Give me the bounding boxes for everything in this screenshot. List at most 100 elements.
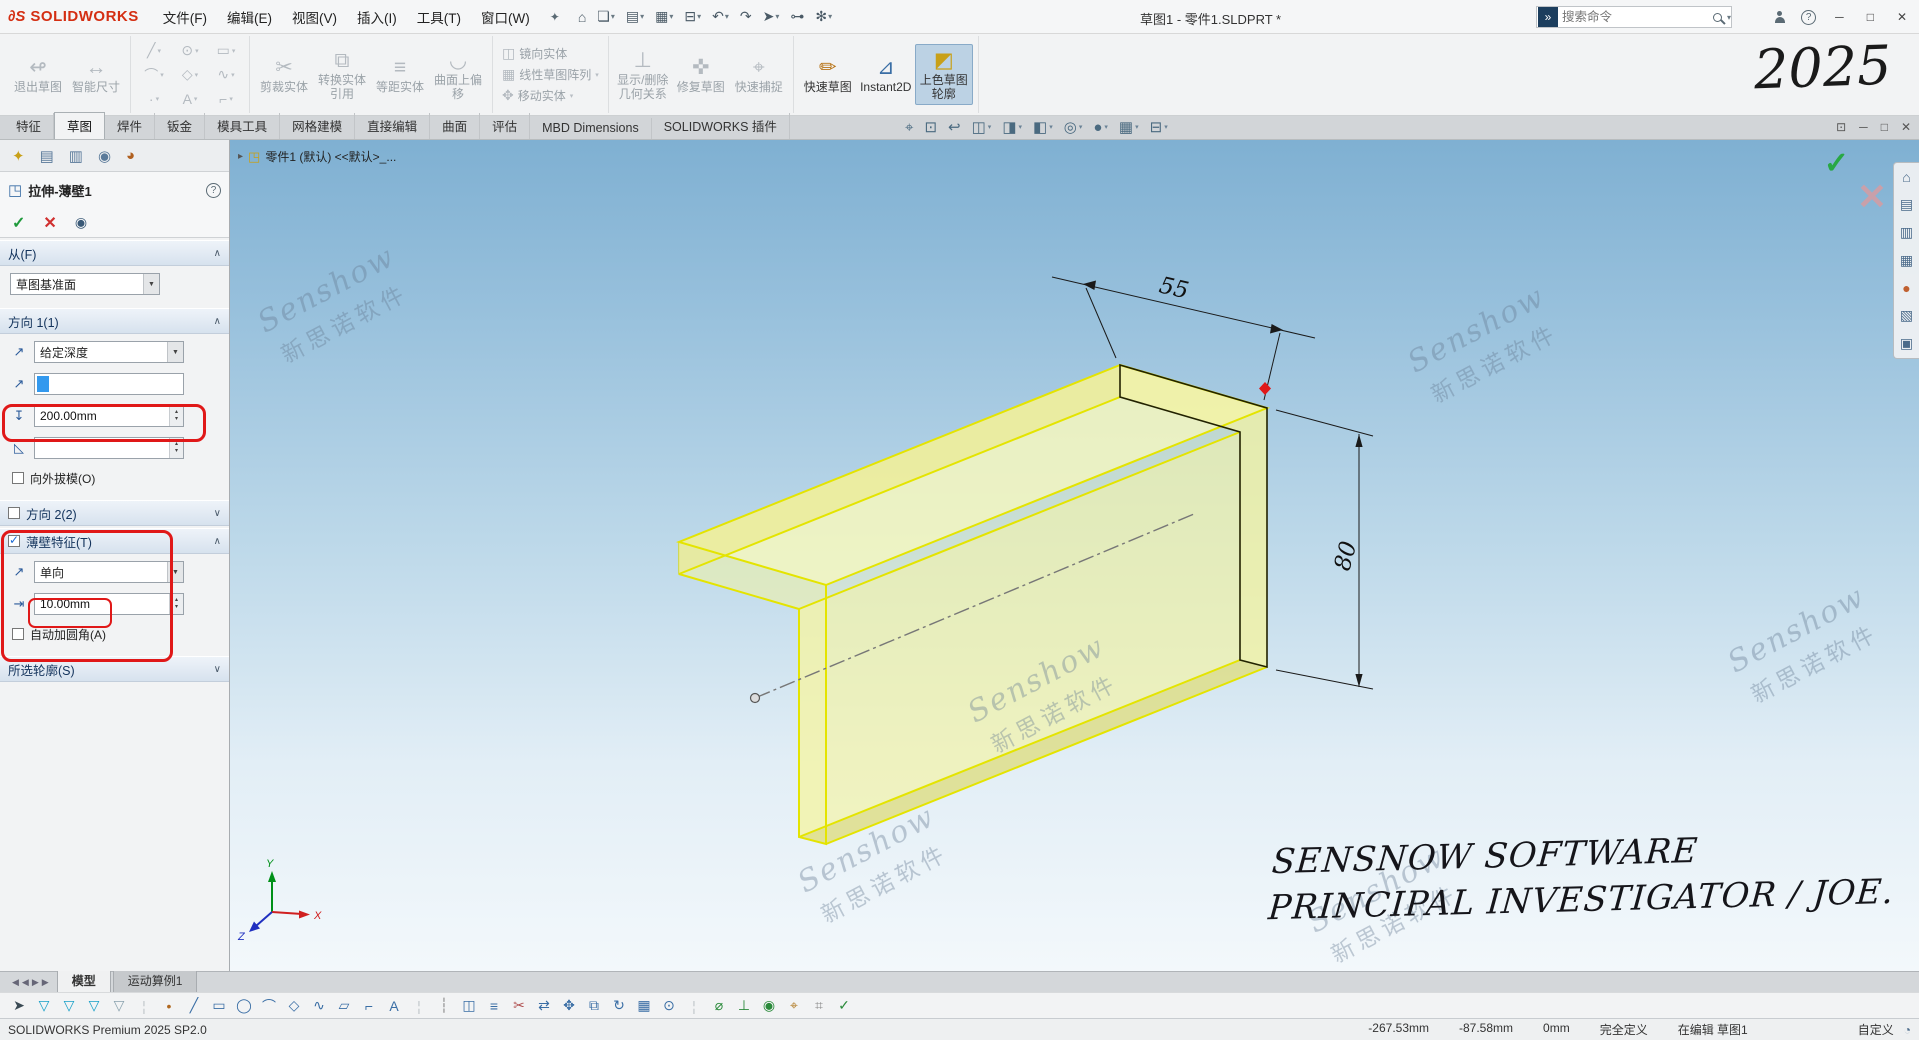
linear-sketch-pattern-button[interactable]: ▦ 线性草图阵列 ▾ xyxy=(498,65,603,84)
displaymanager-tab[interactable]: ◕ xyxy=(126,147,135,164)
appearances-scenes-tab[interactable]: ● xyxy=(1902,280,1910,296)
move-entities-button[interactable]: ✥ 移动实体 ▾ xyxy=(498,86,603,105)
sketch-text-tool[interactable]: A ▾ xyxy=(172,91,208,107)
save-button[interactable]: ▦ ▾ xyxy=(651,6,677,27)
sketch-ok-tool[interactable]: ✓ xyxy=(833,997,855,1014)
menu-item[interactable]: 工具(T) xyxy=(407,7,471,27)
ribbon-tab[interactable]: 直接编辑 xyxy=(355,113,430,139)
chevron-down-icon[interactable]: ▼ xyxy=(167,342,183,362)
ribbon-tab[interactable]: 评估 xyxy=(480,113,530,139)
graphics-area[interactable]: 55 80 Y X xyxy=(230,140,1919,971)
circular-pattern-tool[interactable]: ⊙ xyxy=(658,997,680,1014)
sketch-point-marker[interactable] xyxy=(1259,382,1271,395)
spinner-arrows[interactable]: ▴▾ xyxy=(169,438,183,458)
view-palette-tab[interactable]: ▦ xyxy=(1900,252,1913,269)
view-settings-button[interactable]: ⊟ ▾ xyxy=(1150,118,1168,136)
tab-scroll-arrow-icon[interactable]: ◀ xyxy=(22,977,29,988)
ribbon-tab[interactable]: 曲面 xyxy=(430,113,480,139)
custom-properties-tab[interactable]: ▧ xyxy=(1900,307,1913,324)
cancel-button[interactable]: ✕ xyxy=(43,213,56,233)
centerline-endpoint[interactable] xyxy=(751,694,760,703)
rotate-entities-tool[interactable]: ↻ xyxy=(608,997,630,1014)
chevron-down-icon[interactable]: ▼ xyxy=(143,274,159,294)
extrude-preview-model[interactable] xyxy=(679,365,1267,844)
filter-toggle[interactable]: ▽ xyxy=(33,997,55,1014)
mirror-entities-button[interactable]: ◫ 镜向实体 ▾ xyxy=(498,44,603,63)
ribbon-tab[interactable]: 焊件 xyxy=(105,113,155,139)
ribbon-tab[interactable]: MBD Dimensions xyxy=(530,118,652,139)
sketch-arc-tool[interactable]: ⌒ ▾ xyxy=(136,65,172,85)
separator[interactable]: ¦ xyxy=(683,998,705,1014)
sketch-circle-tool[interactable]: ⊙ ▾ xyxy=(172,42,208,59)
custom-status-control[interactable]: 自定义 ◔ xyxy=(1858,1021,1911,1038)
study-tab[interactable]: 运动算例1 xyxy=(113,969,198,992)
direction2-checkbox[interactable] xyxy=(8,507,20,519)
feature-tree-breadcrumb[interactable]: ▸ ◳ 零件1 (默认) <<默认>_... xyxy=(238,148,396,165)
command-search[interactable]: » ▾ xyxy=(1536,6,1732,28)
propertymanager-tab[interactable]: ▤ xyxy=(40,147,54,165)
open-button[interactable]: ▤ ▾ xyxy=(622,6,648,27)
sketch-line-tool[interactable]: ╱ ▾ xyxy=(136,42,172,59)
thickness-spinner[interactable]: 10.00mm ▴▾ xyxy=(34,593,184,615)
configurationmanager-tab[interactable]: ▥ xyxy=(69,147,83,165)
select-arrow-tool[interactable]: ➤ xyxy=(8,997,30,1014)
end-condition-select[interactable]: 给定深度 ▼ xyxy=(34,341,184,363)
sketch-rectangle-tool[interactable]: ▭ xyxy=(208,997,230,1014)
menu-item[interactable]: 编辑(E) xyxy=(217,7,282,27)
ok-button[interactable]: ✓ xyxy=(12,213,25,233)
hide-show-items-button[interactable]: ◎ ▾ xyxy=(1064,118,1083,136)
filter-vertices[interactable]: ▽ xyxy=(58,997,80,1014)
instant2d-button[interactable]: ⊿ Instant2D xyxy=(857,51,915,98)
sketch-fillet-tool[interactable]: ⌐ xyxy=(358,998,380,1014)
study-tab[interactable]: 模型 xyxy=(57,969,111,992)
search-icon[interactable] xyxy=(1713,13,1722,22)
options-button[interactable]: ✻ ▾ xyxy=(811,6,836,27)
separator[interactable]: ¦ xyxy=(133,998,155,1014)
zoom-fit-button[interactable]: ⌖ ▾ xyxy=(905,119,913,136)
pm-help-icon[interactable]: ? xyxy=(206,183,221,198)
direction-reference-field[interactable] xyxy=(34,373,184,395)
search-dropdown-icon[interactable]: ▾ xyxy=(1727,13,1731,22)
featuremanager-tab[interactable]: ✦ xyxy=(12,147,25,165)
checkbox[interactable] xyxy=(12,628,24,640)
quick-snaps-button[interactable]: ⌖ 快速捕捉 xyxy=(730,51,788,98)
offset-entities-button[interactable]: ≡ 等距实体 xyxy=(371,51,429,98)
depth-spinner[interactable]: 200.00mm ▴▾ xyxy=(34,405,184,427)
sketch-polygon-tool[interactable]: ◇ xyxy=(283,997,305,1014)
sketch-spline-tool[interactable]: ∿ xyxy=(308,997,330,1014)
ribbon-tab[interactable]: 网格建模 xyxy=(280,113,355,139)
draft-spinner[interactable]: ▴▾ xyxy=(34,437,184,459)
dimension-height-text[interactable]: 80 xyxy=(1330,539,1363,574)
select-button[interactable]: ➤ ▾ xyxy=(759,6,784,27)
home-taskpane-tab[interactable]: ⌂ xyxy=(1902,169,1910,185)
thin-type-select[interactable]: 单向 ▼ xyxy=(34,561,184,583)
sketch-point-tool[interactable]: • xyxy=(158,998,180,1014)
trim-entities-tool[interactable]: ✂ xyxy=(508,997,530,1014)
thin-direction-icon[interactable]: ↗ xyxy=(10,564,28,580)
minimize-button[interactable]: ─ xyxy=(1831,10,1848,24)
reverse-direction-icon[interactable]: ↗ xyxy=(10,344,28,360)
undo-button[interactable]: ↶ ▾ xyxy=(708,6,733,27)
spinner-arrows[interactable]: ▴▾ xyxy=(169,406,183,426)
sketch-fillet-tool[interactable]: ⌐ ▾ xyxy=(208,91,244,107)
spinner-arrows[interactable]: ▴▾ xyxy=(169,594,183,614)
grid-settings-tool[interactable]: ⌗ xyxy=(808,997,830,1014)
restore-panes-button[interactable]: ⊡ xyxy=(1836,120,1846,134)
ribbon-tab[interactable]: SOLIDWORKS 插件 xyxy=(652,113,790,139)
from-section-header[interactable]: 从(F) ∧ xyxy=(0,240,229,266)
tab-scroll-arrow-icon[interactable]: ◀ xyxy=(12,977,19,988)
ribbon-tab[interactable]: 草图 xyxy=(54,112,105,139)
sketch-slot-tool[interactable]: ▱ xyxy=(333,997,355,1014)
previous-view-button[interactable]: ↩ ▾ xyxy=(948,118,961,136)
maximize-viewport-button[interactable]: □ xyxy=(1881,120,1888,134)
tab-scroll-arrow-icon[interactable]: ▶ xyxy=(42,977,49,988)
offset-on-surface-button[interactable]: ◡ 曲面上偏移 xyxy=(429,44,487,105)
view-orientation-button[interactable]: ◨ ▾ xyxy=(1002,118,1022,136)
repair-sketch-button[interactable]: ✜ 修复草图 xyxy=(672,51,730,98)
sketch-rectangle-tool[interactable]: ▭ ▾ xyxy=(208,42,244,59)
menu-item[interactable]: 窗口(W) xyxy=(471,7,540,27)
smart-dimension-tool[interactable]: ⌀ xyxy=(708,997,730,1014)
display-style-button[interactable]: ◧ ▾ xyxy=(1033,118,1053,136)
sketch-circle-tool[interactable]: ◯ xyxy=(233,997,255,1014)
preview-eye-icon[interactable]: ◉ xyxy=(75,214,87,231)
